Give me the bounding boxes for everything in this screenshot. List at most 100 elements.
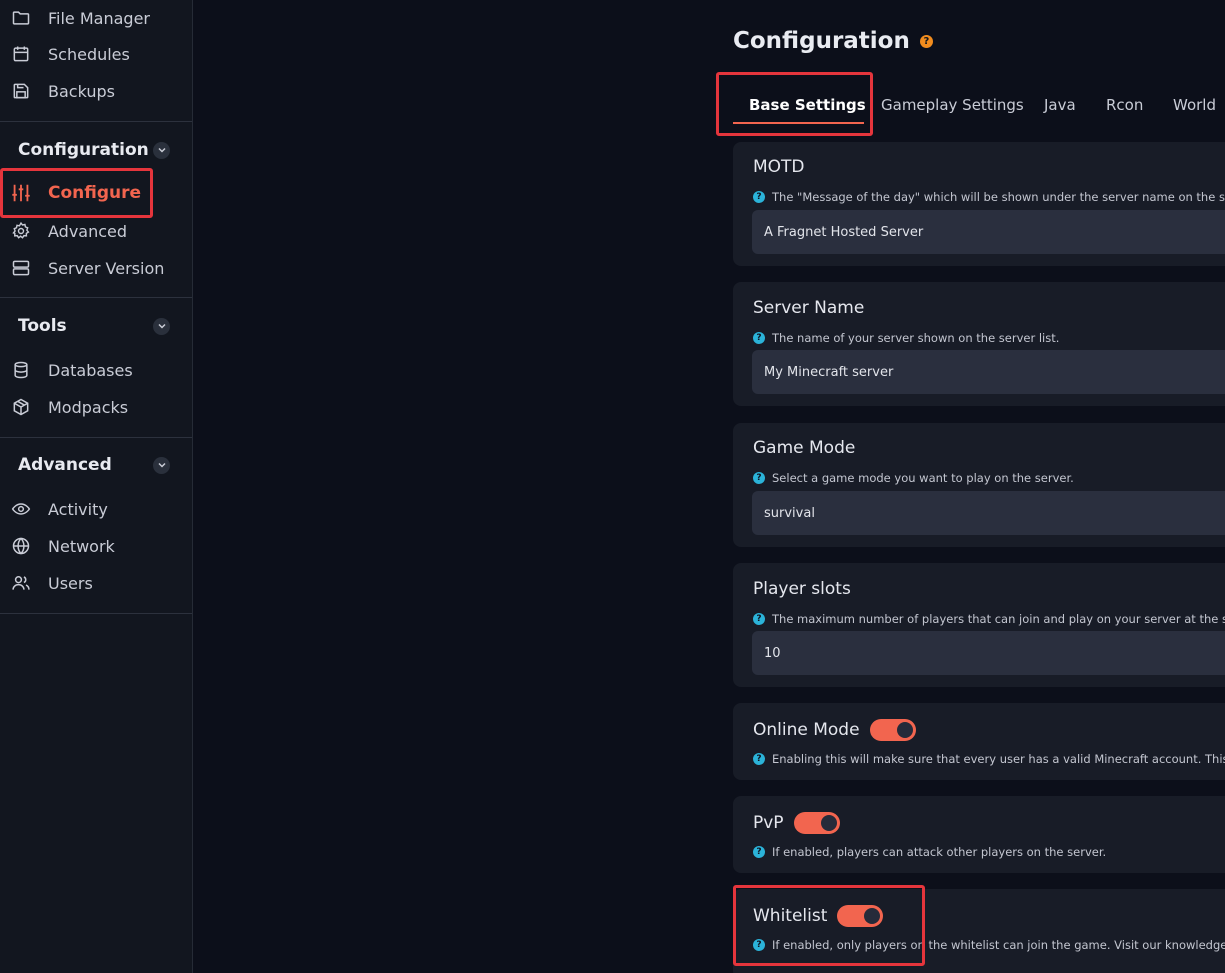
setting-title-row: Whitelist xyxy=(753,905,884,927)
setting-description-text: The "Message of the day" which will be s… xyxy=(772,190,1225,204)
sidebar-item-modpacks[interactable]: Modpacks xyxy=(0,390,192,424)
sidebar-item-users[interactable]: Users xyxy=(0,566,192,600)
info-icon: ? xyxy=(753,472,765,484)
tab-gameplay-settings[interactable]: Gameplay Settings xyxy=(881,92,1024,118)
sidebar-item-label: Backups xyxy=(48,81,115,101)
player-slots-input[interactable] xyxy=(752,631,1225,675)
folder-icon xyxy=(10,7,32,29)
pvp-toggle[interactable] xyxy=(793,812,840,834)
tab-world[interactable]: World xyxy=(1173,92,1216,118)
setting-card-motd: MOTD ? The "Message of the day" which wi… xyxy=(733,142,1225,266)
setting-description: ? The maximum number of players that can… xyxy=(753,612,1225,626)
sidebar-item-network[interactable]: Network xyxy=(0,529,192,563)
sidebar-divider xyxy=(0,121,192,122)
sidebar-item-label: Users xyxy=(48,573,93,593)
setting-title: Player slots xyxy=(753,579,851,599)
setting-title-row: Online Mode xyxy=(753,719,916,741)
sidebar-item-schedules[interactable]: Schedules xyxy=(0,37,192,71)
info-icon: ? xyxy=(753,939,765,951)
help-icon[interactable]: ? xyxy=(919,34,933,48)
sidebar: File Manager Schedules Backups Configura… xyxy=(0,0,193,973)
calendar-icon xyxy=(10,43,32,65)
setting-title: Server Name xyxy=(753,298,865,318)
setting-description-text: The name of your server shown on the ser… xyxy=(772,331,1060,345)
section-title: Tools xyxy=(18,316,67,336)
tab-base-settings[interactable]: Base Settings xyxy=(749,92,866,118)
setting-description: ? Select a game mode you want to play on… xyxy=(753,471,1074,485)
sidebar-divider xyxy=(0,297,192,298)
setting-description: ? The "Message of the day" which will be… xyxy=(753,190,1225,204)
page-title: Configuration ? xyxy=(733,28,933,54)
sidebar-item-label: Schedules xyxy=(48,44,130,64)
sidebar-item-server-version[interactable]: Server Version xyxy=(0,251,192,285)
chevron-down-icon xyxy=(153,317,170,335)
setting-title: PvP xyxy=(753,813,784,833)
setting-title: MOTD xyxy=(753,157,805,177)
sidebar-item-label: Configure xyxy=(48,183,142,203)
sidebar-item-configure[interactable]: Configure xyxy=(0,176,192,210)
setting-description-text: The maximum number of players that can j… xyxy=(772,612,1225,626)
setting-description: ? The name of your server shown on the s… xyxy=(753,331,1059,345)
section-title: Configuration xyxy=(18,140,149,160)
sidebar-item-label: Server Version xyxy=(48,258,165,278)
chevron-down-icon xyxy=(153,456,170,474)
setting-description-text: If enabled, only players on the whitelis… xyxy=(772,938,1225,952)
setting-card-game-mode: Game Mode ? Select a game mode you want … xyxy=(733,423,1225,547)
sidebar-divider xyxy=(0,613,192,614)
sidebar-item-backups[interactable]: Backups xyxy=(0,74,192,108)
info-icon: ? xyxy=(753,613,765,625)
tab-rcon[interactable]: Rcon xyxy=(1106,92,1143,118)
users-icon xyxy=(10,572,32,594)
gear-icon xyxy=(10,220,32,242)
section-header-advanced[interactable]: Advanced xyxy=(0,448,192,482)
server-icon xyxy=(10,257,32,279)
sidebar-item-databases[interactable]: Databases xyxy=(0,353,192,387)
sliders-icon xyxy=(10,182,32,204)
sidebar-divider xyxy=(0,437,192,438)
page-title-text: Configuration xyxy=(733,28,910,54)
setting-description: ? Enabling this will make sure that ever… xyxy=(753,752,1225,766)
setting-card-whitelist: Whitelist ? If enabled, only players on … xyxy=(733,889,1225,973)
sidebar-item-label: Databases xyxy=(48,360,133,380)
info-icon: ? xyxy=(753,846,765,858)
setting-card-server-name: Server Name ? The name of your server sh… xyxy=(733,282,1225,406)
active-tab-indicator xyxy=(733,122,864,124)
database-icon xyxy=(10,359,32,381)
whitelist-toggle[interactable] xyxy=(837,905,884,927)
chevron-down-icon xyxy=(153,141,170,159)
sidebar-item-label: Advanced xyxy=(48,221,128,241)
setting-title: Game Mode xyxy=(753,438,856,458)
setting-card-online-mode: Online Mode ? Enabling this will make su… xyxy=(733,703,1225,780)
section-header-tools[interactable]: Tools xyxy=(0,309,192,343)
setting-description: ? If enabled, only players on the whitel… xyxy=(753,938,1225,952)
globe-icon xyxy=(10,535,32,557)
toggle-knob xyxy=(896,722,913,738)
setting-description: ? If enabled, players can attack other p… xyxy=(753,845,1106,859)
section-header-configuration[interactable]: Configuration xyxy=(0,133,192,167)
setting-card-player-slots: Player slots ? The maximum number of pla… xyxy=(733,563,1225,687)
sidebar-item-label: Modpacks xyxy=(48,397,129,417)
game-mode-select[interactable] xyxy=(752,491,1225,535)
sidebar-item-advanced[interactable]: Advanced xyxy=(0,214,192,248)
info-icon: ? xyxy=(753,332,765,344)
sidebar-item-label: File Manager xyxy=(48,8,150,28)
package-icon xyxy=(10,396,32,418)
setting-card-pvp: PvP ? If enabled, players can attack oth… xyxy=(733,796,1225,873)
setting-description-text: Enabling this will make sure that every … xyxy=(772,752,1225,766)
motd-input[interactable] xyxy=(752,210,1225,254)
section-title: Advanced xyxy=(18,455,112,475)
setting-title: Online Mode xyxy=(753,720,860,740)
info-icon: ? xyxy=(753,753,765,765)
setting-description-text: If enabled, players can attack other pla… xyxy=(772,845,1107,859)
save-icon xyxy=(10,80,32,102)
online-mode-toggle[interactable] xyxy=(869,719,916,741)
toggle-knob xyxy=(820,815,837,831)
sidebar-item-label: Network xyxy=(48,536,115,556)
sidebar-item-activity[interactable]: Activity xyxy=(0,492,192,526)
setting-title: Whitelist xyxy=(753,906,828,926)
sidebar-item-file-manager[interactable]: File Manager xyxy=(0,1,192,35)
server-name-input[interactable] xyxy=(752,350,1225,394)
tab-java[interactable]: Java xyxy=(1044,92,1076,118)
info-icon: ? xyxy=(753,191,765,203)
sidebar-item-label: Activity xyxy=(48,499,108,519)
